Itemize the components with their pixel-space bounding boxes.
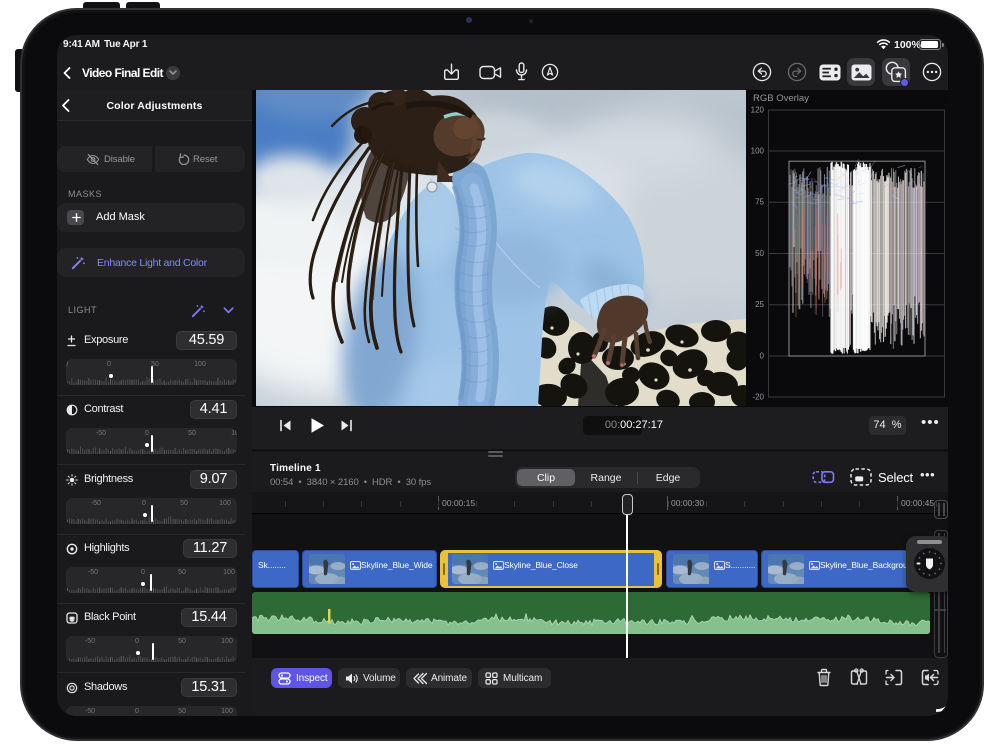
svg-text:120: 120	[751, 106, 765, 115]
svg-text:0: 0	[760, 352, 765, 361]
svg-text:-20: -20	[752, 393, 764, 402]
svg-text:100: 100	[751, 147, 765, 156]
svg-text:25: 25	[755, 300, 764, 309]
svg-text:50: 50	[755, 249, 764, 258]
svg-text:75: 75	[755, 198, 764, 207]
